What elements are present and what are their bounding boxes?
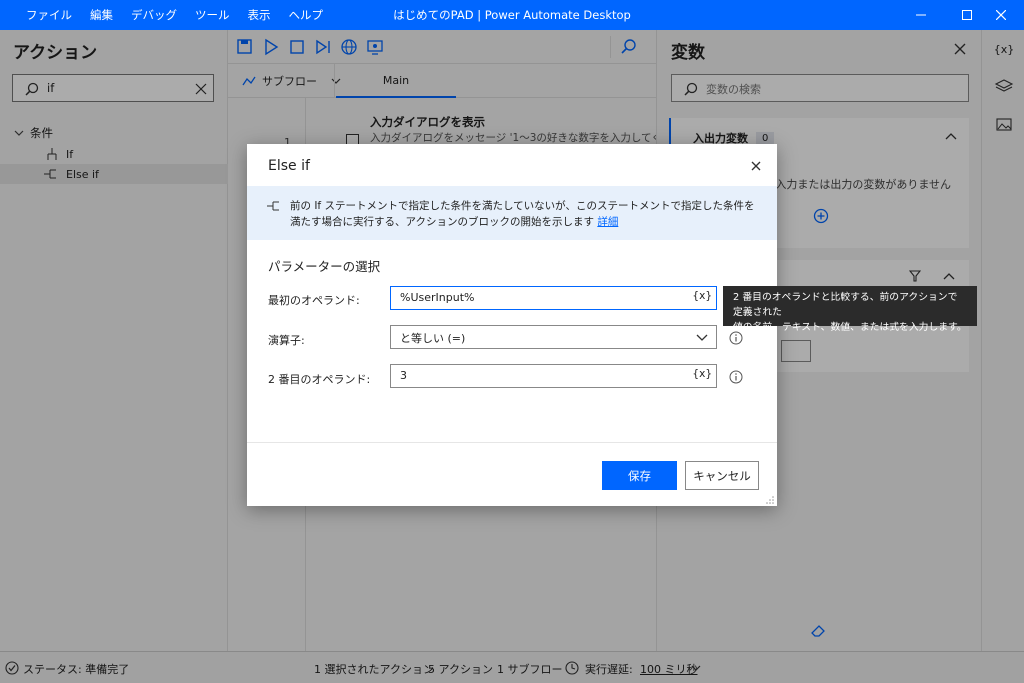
variable-picker-button[interactable]: {x} bbox=[692, 368, 712, 380]
menu-file[interactable]: ファイル bbox=[26, 7, 72, 23]
variable-picker-button[interactable]: {x} bbox=[692, 290, 712, 302]
operator-select[interactable]: と等しい (=) bbox=[390, 325, 717, 349]
first-operand-input[interactable]: %UserInput% {x} bbox=[390, 286, 717, 310]
close-icon[interactable] bbox=[746, 156, 766, 176]
menu-tools[interactable]: ツール bbox=[195, 7, 230, 23]
dialog-info-text: 前の If ステートメントで指定した条件を満たしていないが、このステートメントで… bbox=[290, 200, 755, 228]
second-operand-value: 3 bbox=[400, 369, 407, 382]
minimize-icon bbox=[916, 14, 926, 16]
first-operand-label: 最初のオペランド: bbox=[268, 294, 360, 307]
else-if-icon bbox=[267, 201, 279, 211]
dialog-footer: 保存 キャンセル bbox=[247, 442, 777, 506]
else-if-dialog: Else if 前の If ステートメントで指定した条件を満たしていないが、この… bbox=[247, 144, 777, 506]
tooltip-line-1: 2 番目のオペランドと比較する、前のアクションで定義された bbox=[733, 292, 958, 318]
operator-label: 演算子: bbox=[268, 334, 305, 347]
tooltip-line-2: 値の名前、テキスト、数値、または式を入力します。 bbox=[733, 322, 967, 333]
chevron-down-icon bbox=[696, 334, 708, 341]
menu-help[interactable]: ヘルプ bbox=[289, 7, 324, 23]
close-window-button[interactable] bbox=[978, 0, 1024, 30]
menu-view[interactable]: 表示 bbox=[248, 7, 271, 23]
operator-value: と等しい (=) bbox=[400, 332, 466, 345]
dialog-title: Else if bbox=[268, 158, 310, 174]
maximize-icon bbox=[962, 10, 972, 20]
info-icon[interactable] bbox=[729, 370, 743, 384]
operand-tooltip: 2 番目のオペランドと比較する、前のアクションで定義された 値の名前、テキスト、… bbox=[723, 286, 977, 333]
first-operand-value: %UserInput% bbox=[400, 291, 475, 304]
title-bar: ファイル 編集 デバッグ ツール 表示 ヘルプ はじめてのPAD | Power… bbox=[0, 0, 1024, 30]
resize-grip-icon[interactable] bbox=[765, 495, 775, 505]
second-operand-input[interactable]: 3 {x} bbox=[390, 364, 717, 388]
minimize-button[interactable] bbox=[898, 0, 944, 30]
save-button[interactable]: 保存 bbox=[602, 461, 677, 490]
details-link[interactable]: 詳細 bbox=[597, 216, 618, 228]
menu-debug[interactable]: デバッグ bbox=[131, 7, 177, 23]
menu-edit[interactable]: 編集 bbox=[90, 7, 113, 23]
cancel-button[interactable]: キャンセル bbox=[685, 461, 759, 490]
second-operand-label: 2 番目のオペランド: bbox=[268, 373, 371, 386]
dialog-info-banner: 前の If ステートメントで指定した条件を満たしていないが、このステートメントで… bbox=[247, 186, 777, 240]
menu-bar: ファイル 編集 デバッグ ツール 表示 ヘルプ bbox=[26, 0, 341, 30]
parameters-heading: パラメーターの選択 bbox=[268, 259, 381, 274]
close-icon bbox=[996, 10, 1006, 20]
